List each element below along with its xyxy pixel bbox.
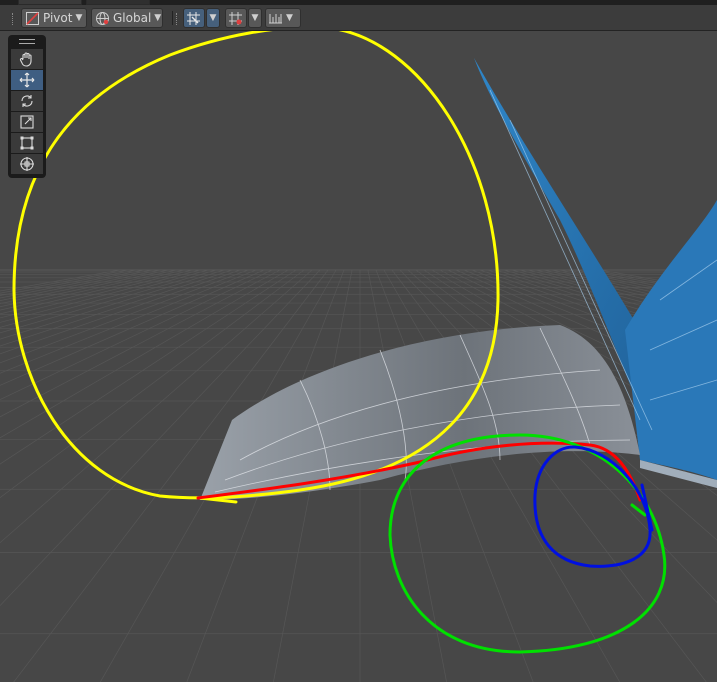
global-icon xyxy=(95,11,110,26)
grid-snap-toggle[interactable] xyxy=(183,8,205,28)
increment-snap-dropdown[interactable]: ▼ xyxy=(248,8,262,28)
global-dropdown[interactable]: Global ▼ xyxy=(91,8,163,28)
global-label: Global xyxy=(113,11,152,25)
rect-tool[interactable] xyxy=(11,133,43,154)
ruler-dropdown[interactable]: ▼ xyxy=(265,8,301,28)
chevron-down-icon: ▼ xyxy=(154,13,162,23)
grid-snap-dropdown[interactable]: ▼ xyxy=(206,8,220,28)
toolbar-grip[interactable] xyxy=(176,13,179,25)
scale-tool-icon xyxy=(20,115,34,129)
transform-tool[interactable] xyxy=(11,154,43,175)
increment-snap-toggle[interactable] xyxy=(225,8,247,28)
chevron-down-icon: ▼ xyxy=(251,13,259,23)
chevron-down-icon: ▼ xyxy=(75,13,83,23)
toolbar-grip[interactable] xyxy=(12,13,15,25)
scene-canvas[interactable] xyxy=(0,31,717,682)
scene-tools-overlay xyxy=(8,35,46,178)
pivot-icon xyxy=(25,11,40,26)
chevron-down-icon: ▼ xyxy=(286,13,293,23)
chevron-down-icon: ▼ xyxy=(209,13,217,23)
transform-tool-icon xyxy=(20,157,34,171)
unity-scene-view: Pivot ▼ Global ▼ ▼ ▼ ▼ xyxy=(0,0,717,682)
hand-tool[interactable] xyxy=(11,49,43,70)
rotate-tool[interactable] xyxy=(11,91,43,112)
move-tool-icon xyxy=(19,72,35,88)
rotate-tool-icon xyxy=(21,95,33,107)
pivot-label: Pivot xyxy=(43,11,73,25)
pivot-dropdown[interactable]: Pivot ▼ xyxy=(21,8,87,28)
grid-snap-icon xyxy=(186,11,201,26)
ruler-icon xyxy=(268,11,283,26)
viewport-background xyxy=(0,31,717,682)
increment-snap-icon xyxy=(228,11,243,26)
scene-toolbar: Pivot ▼ Global ▼ ▼ ▼ ▼ xyxy=(0,5,717,31)
rect-tool-icon xyxy=(20,136,34,150)
scale-tool[interactable] xyxy=(11,112,43,133)
move-tool[interactable] xyxy=(11,70,43,91)
tools-drag-handle[interactable] xyxy=(19,39,35,44)
hand-tool-icon xyxy=(19,52,32,67)
scene-viewport[interactable] xyxy=(0,31,717,682)
toolbar-separator xyxy=(172,11,173,25)
